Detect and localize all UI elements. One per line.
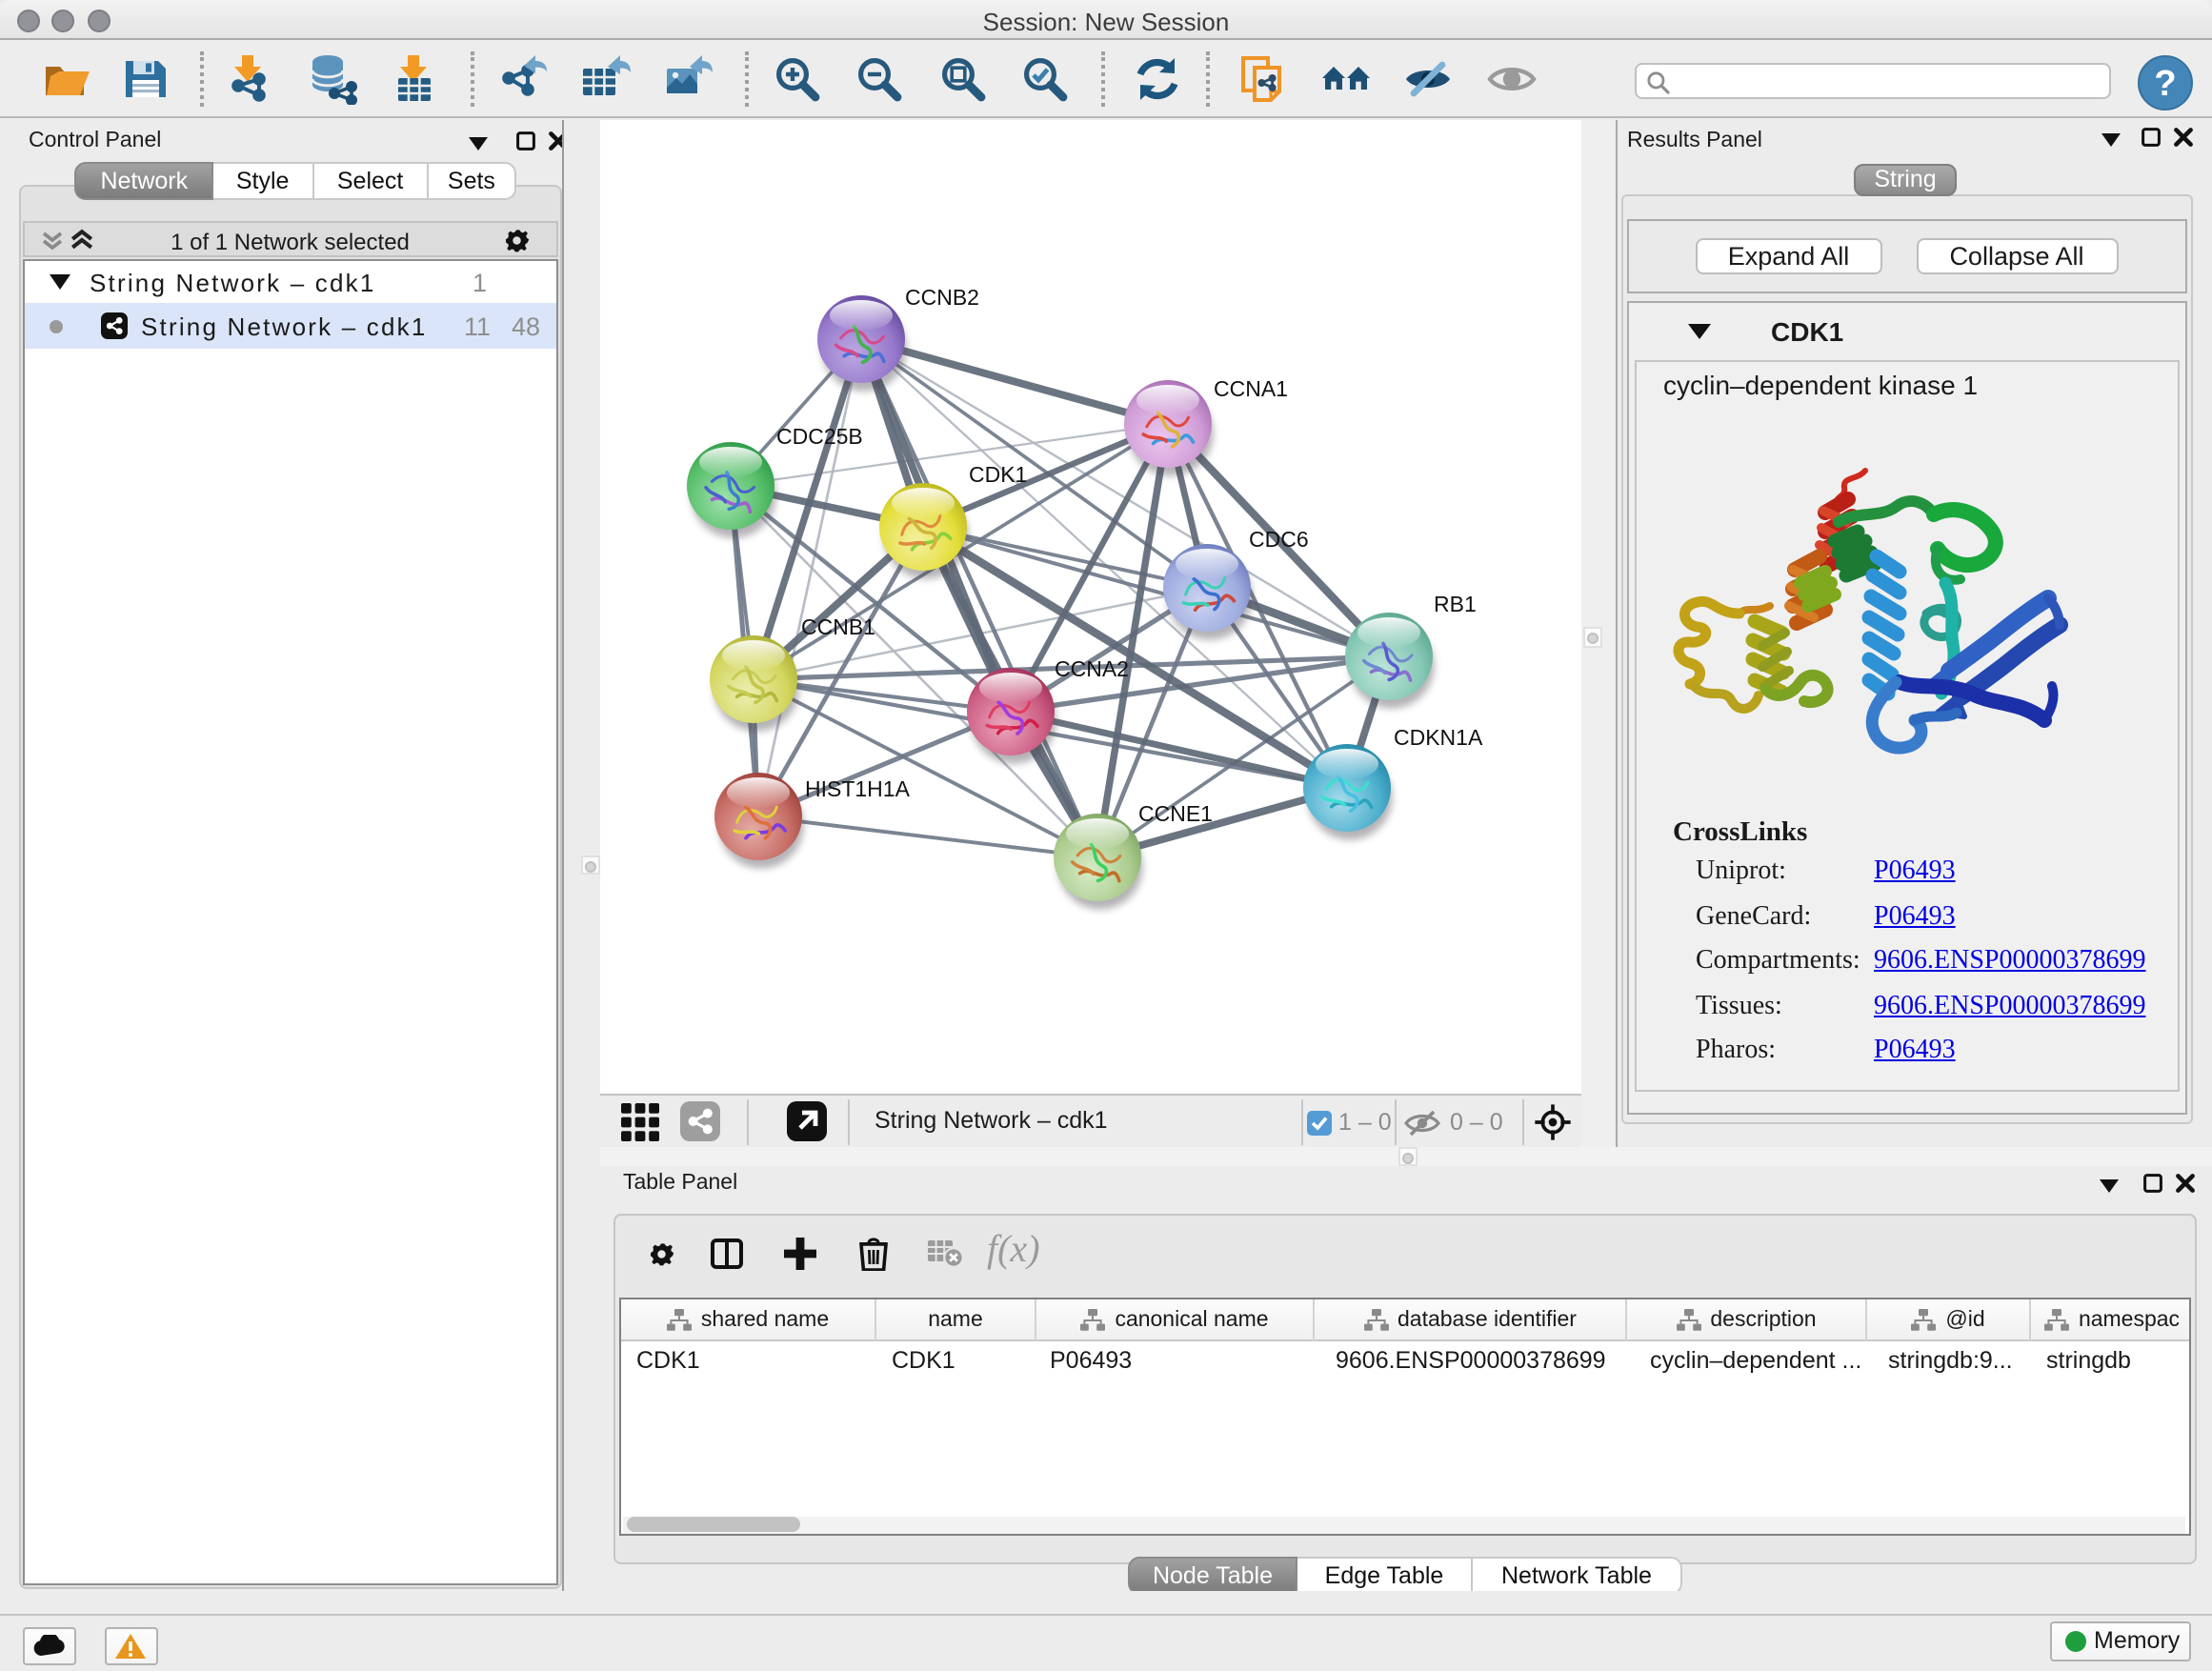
svg-text:CCNB2: CCNB2 <box>904 285 978 310</box>
svg-text:CDC6: CDC6 <box>1248 527 1308 552</box>
svg-text:CDKN1A: CDKN1A <box>1393 725 1482 750</box>
svg-text:RB1: RB1 <box>1433 592 1476 616</box>
svg-text:CDK1: CDK1 <box>968 462 1026 487</box>
svg-text:?: ? <box>2153 64 2175 104</box>
svg-text:CCNB1: CCNB1 <box>800 614 875 639</box>
svg-text:CCNA1: CCNA1 <box>1213 376 1287 401</box>
svg-text:CDC25B: CDC25B <box>775 424 862 449</box>
svg-text:CCNE1: CCNE1 <box>1137 801 1212 826</box>
svg-text:CCNA2: CCNA2 <box>1054 656 1128 681</box>
svg-text:HIST1H1A: HIST1H1A <box>804 776 910 801</box>
